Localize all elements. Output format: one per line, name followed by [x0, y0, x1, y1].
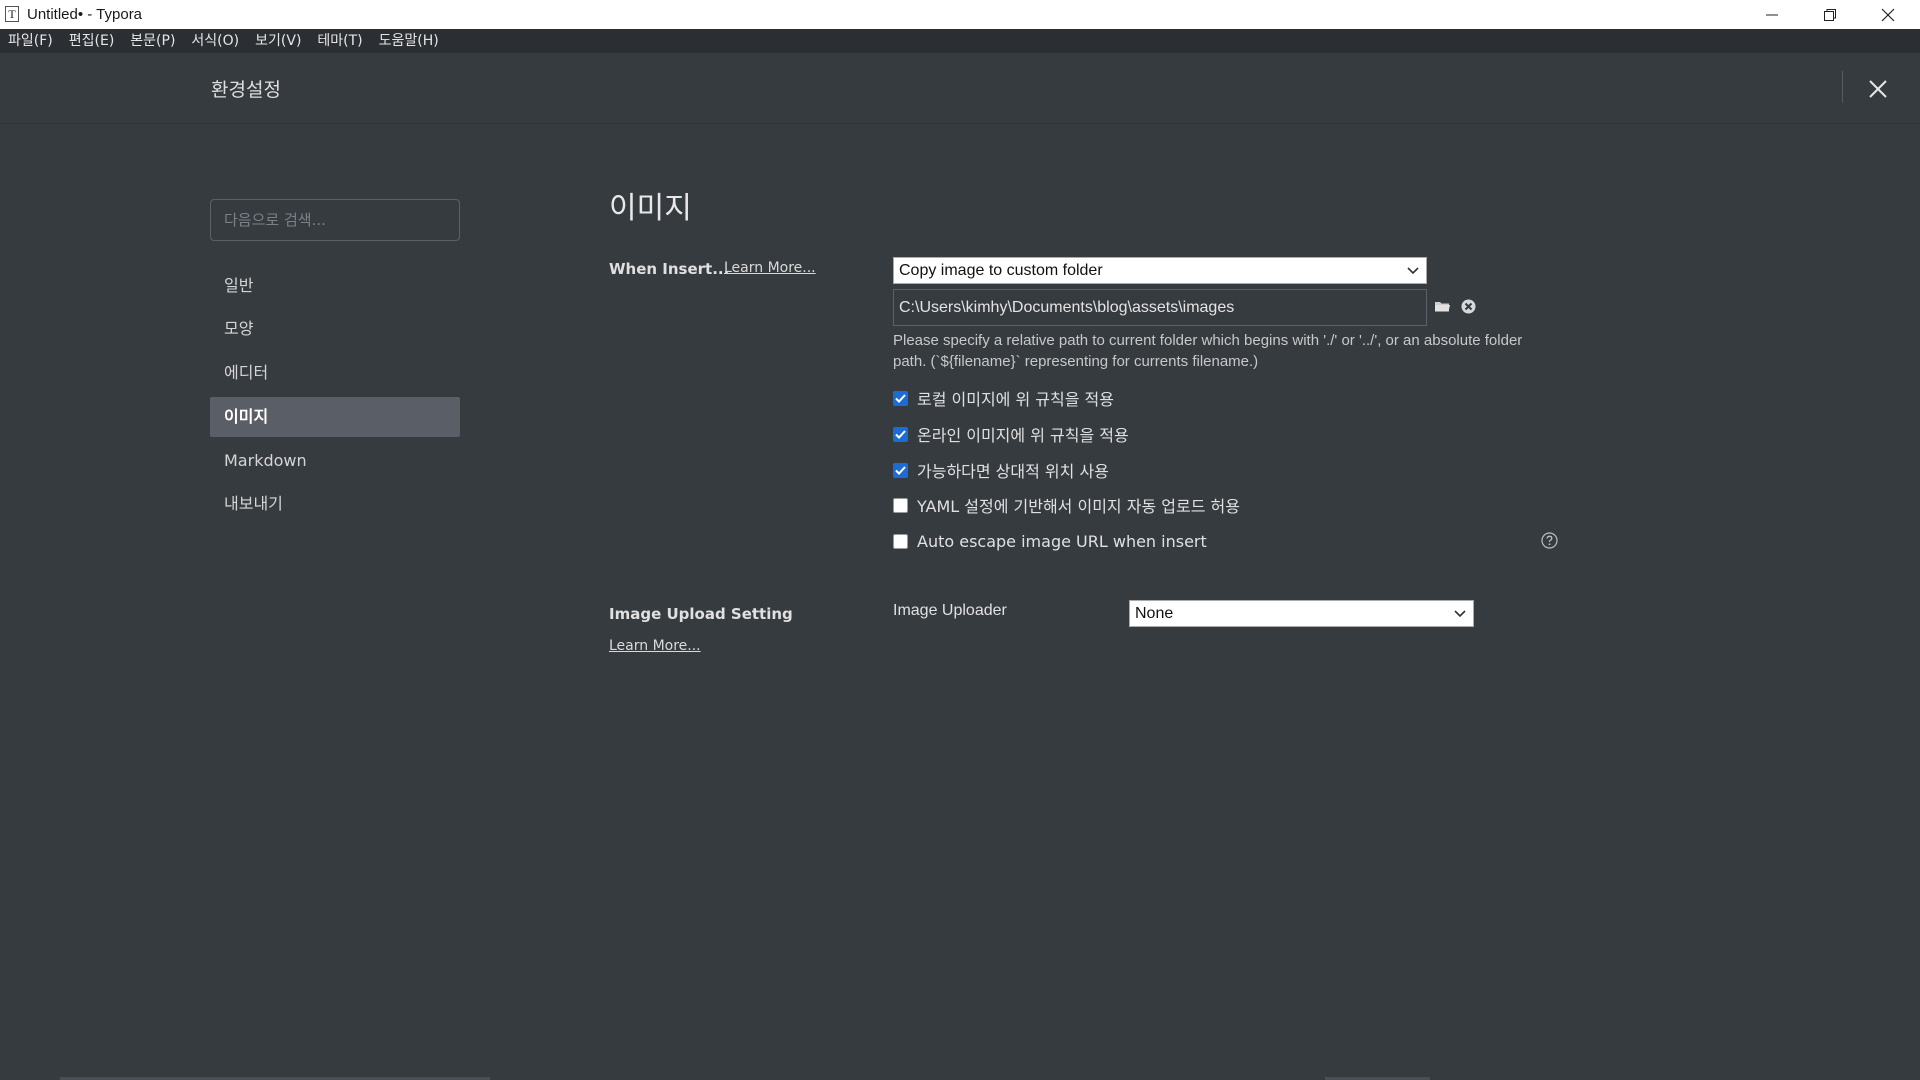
image-uploader-value: None — [1135, 605, 1174, 622]
menu-paragraph[interactable]: 본문(P) — [122, 29, 183, 53]
option-label: Auto escape image URL when insert — [917, 531, 1207, 551]
check-icon — [895, 429, 906, 439]
minimize-icon — [1766, 14, 1778, 15]
help-icon[interactable] — [1541, 532, 1558, 553]
insert-action-select[interactable]: Copy image to custom folder — [893, 257, 1427, 284]
path-hint-text: Please specify a relative path to curren… — [893, 332, 1523, 370]
option-apply-local[interactable]: 로컬 이미지에 위 규칙을 적용 — [893, 387, 1114, 409]
upload-learn-more-link[interactable]: Learn More... — [609, 638, 701, 654]
checkbox-checked[interactable] — [893, 390, 908, 406]
close-preferences-button[interactable] — [1862, 73, 1894, 105]
menu-help[interactable]: 도움말(H) — [371, 29, 447, 53]
option-label: 가능하다면 상대적 위치 사용 — [917, 462, 1109, 481]
option-auto-escape-url[interactable]: Auto escape image URL when insert — [893, 530, 1207, 552]
image-uploader-select[interactable]: None — [1129, 600, 1474, 627]
restore-button[interactable] — [1801, 0, 1859, 29]
checkbox-unchecked[interactable] — [893, 497, 908, 513]
nav-item-appearance[interactable]: 모양 — [210, 309, 460, 349]
close-icon — [1869, 80, 1887, 98]
upload-section-title: Image Upload Setting — [609, 605, 793, 623]
option-apply-online[interactable]: 온라인 이미지에 위 규칙을 적용 — [893, 423, 1129, 445]
nav-item-markdown[interactable]: Markdown — [210, 441, 460, 481]
nav-item-image[interactable]: 이미지 — [210, 397, 460, 437]
image-folder-path-input[interactable] — [893, 289, 1427, 326]
close-icon — [1881, 8, 1895, 21]
nav-item-export[interactable]: 내보내기 — [210, 484, 460, 524]
preferences-search-input[interactable] — [210, 199, 460, 241]
check-icon — [895, 393, 906, 403]
window-title: Untitled• - Typora — [27, 6, 143, 23]
checkbox-checked[interactable] — [893, 426, 908, 442]
typora-app-icon: T — [5, 6, 19, 22]
menu-bar: 파일(F) 편집(E) 본문(P) 서식(O) 보기(V) 테마(T) 도움말(… — [0, 29, 1920, 53]
option-label: YAML 설정에 기반해서 이미지 자동 업로드 허용 — [917, 497, 1240, 516]
option-relative-path[interactable]: 가능하다면 상대적 위치 사용 — [893, 459, 1109, 481]
menu-theme[interactable]: 테마(T) — [309, 29, 370, 53]
menu-format[interactable]: 서식(O) — [183, 29, 247, 53]
window-close-button[interactable] — [1859, 0, 1917, 29]
nav-item-general[interactable]: 일반 — [210, 266, 460, 306]
minimize-button[interactable] — [1743, 0, 1801, 29]
chevron-down-icon — [1407, 267, 1419, 275]
preferences-title: 환경설정 — [211, 79, 281, 101]
checkbox-unchecked[interactable] — [893, 533, 908, 549]
menu-view[interactable]: 보기(V) — [247, 29, 309, 53]
when-insert-label: When Insert... — [609, 260, 730, 278]
header-divider — [1842, 71, 1843, 103]
title-bar: T Untitled• - Typora — [0, 0, 1920, 29]
insert-action-value: Copy image to custom folder — [899, 262, 1103, 279]
folder-open-icon[interactable] — [1434, 298, 1451, 317]
section-title: 이미지 — [609, 191, 692, 226]
checkbox-checked[interactable] — [893, 462, 908, 478]
preferences-header: 환경설정 — [0, 53, 1920, 124]
clear-path-icon[interactable] — [1461, 299, 1476, 318]
image-uploader-label: Image Uploader — [893, 602, 1007, 619]
check-icon — [895, 465, 906, 475]
option-label: 온라인 이미지에 위 규칙을 적용 — [917, 426, 1129, 445]
nav-item-editor[interactable]: 에디터 — [210, 353, 460, 393]
menu-edit[interactable]: 편집(E) — [61, 29, 123, 53]
restore-icon — [1824, 8, 1836, 21]
chevron-down-icon — [1454, 610, 1466, 618]
option-label: 로컬 이미지에 위 규칙을 적용 — [917, 390, 1114, 409]
option-yaml-auto-upload[interactable]: YAML 설정에 기반해서 이미지 자동 업로드 허용 — [893, 494, 1240, 516]
menu-file[interactable]: 파일(F) — [0, 29, 61, 53]
when-insert-learn-more-link[interactable]: Learn More... — [724, 260, 816, 276]
